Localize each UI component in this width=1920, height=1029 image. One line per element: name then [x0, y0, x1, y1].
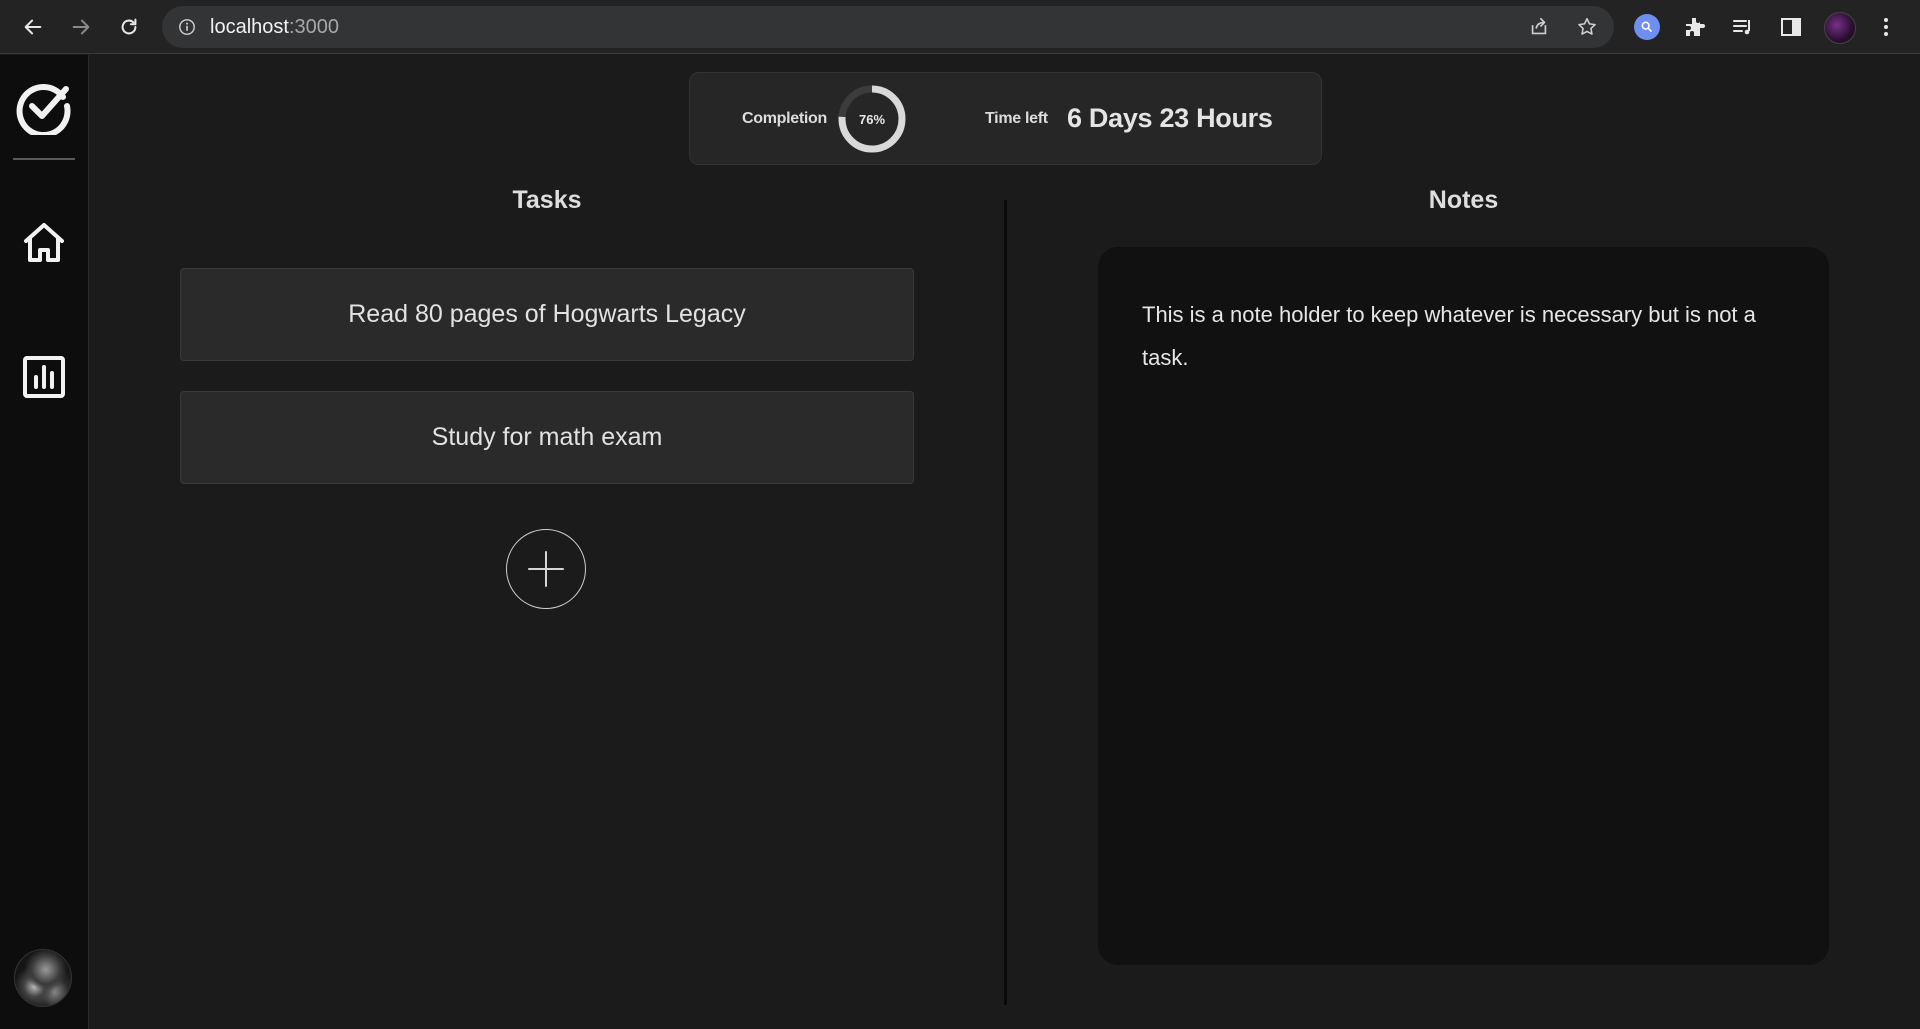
bar-chart-icon — [23, 356, 65, 398]
arrow-right-icon — [72, 19, 90, 35]
browser-toolbar: localhost:3000 — [0, 0, 1920, 54]
url-port: :3000 — [288, 15, 339, 38]
completion-label: Completion — [742, 110, 827, 127]
progress-summary-card: Completion 76% Time left 6 Days 23 Hours — [689, 72, 1322, 165]
completion-progress-ring: 76% — [837, 84, 907, 154]
time-left-value: 6 Days 23 Hours — [1067, 103, 1273, 133]
url-text[interactable]: localhost:3000 — [210, 16, 339, 39]
share-icon[interactable] — [1526, 14, 1552, 40]
check-circle-logo-icon[interactable] — [14, 77, 72, 135]
add-task-button[interactable] — [506, 529, 586, 609]
media-queue-icon[interactable] — [1729, 13, 1757, 41]
kebab-menu-icon[interactable] — [1872, 13, 1900, 41]
task-item[interactable]: Study for math exam — [180, 391, 914, 484]
task-item[interactable]: Read 80 pages of Hogwarts Legacy — [180, 268, 914, 361]
forward-button[interactable] — [64, 10, 98, 44]
star-icon[interactable] — [1574, 14, 1600, 40]
side-panel-icon[interactable] — [1777, 13, 1805, 41]
notes-text[interactable]: This is a note holder to keep whatever i… — [1142, 293, 1785, 379]
arrow-left-icon — [24, 19, 42, 35]
sidebar-item-home[interactable] — [20, 219, 68, 267]
notes-panel[interactable]: This is a note holder to keep whatever i… — [1098, 247, 1829, 965]
puzzle-extensions-icon[interactable] — [1681, 13, 1709, 41]
sidebar-item-statistics[interactable] — [20, 353, 68, 401]
sidebar-divider — [13, 158, 75, 160]
back-button[interactable] — [16, 10, 50, 44]
url-host: localhost — [210, 15, 289, 38]
user-avatar[interactable] — [14, 949, 72, 1007]
time-left-label: Time left — [985, 110, 1048, 127]
tasks-heading: Tasks — [512, 186, 582, 214]
sidebar — [0, 55, 89, 1029]
notes-heading: Notes — [1428, 186, 1499, 214]
completion-percent: 76% — [858, 111, 886, 127]
reload-icon — [121, 18, 137, 35]
browser-profile-avatar[interactable] — [1824, 12, 1856, 44]
reload-button[interactable] — [112, 10, 146, 44]
address-bar[interactable]: localhost:3000 — [162, 6, 1614, 48]
info-icon[interactable] — [178, 18, 196, 36]
home-icon — [24, 223, 64, 262]
column-divider — [1004, 200, 1007, 1005]
lens-extension-icon[interactable] — [1633, 13, 1661, 41]
plus-icon — [528, 551, 564, 587]
